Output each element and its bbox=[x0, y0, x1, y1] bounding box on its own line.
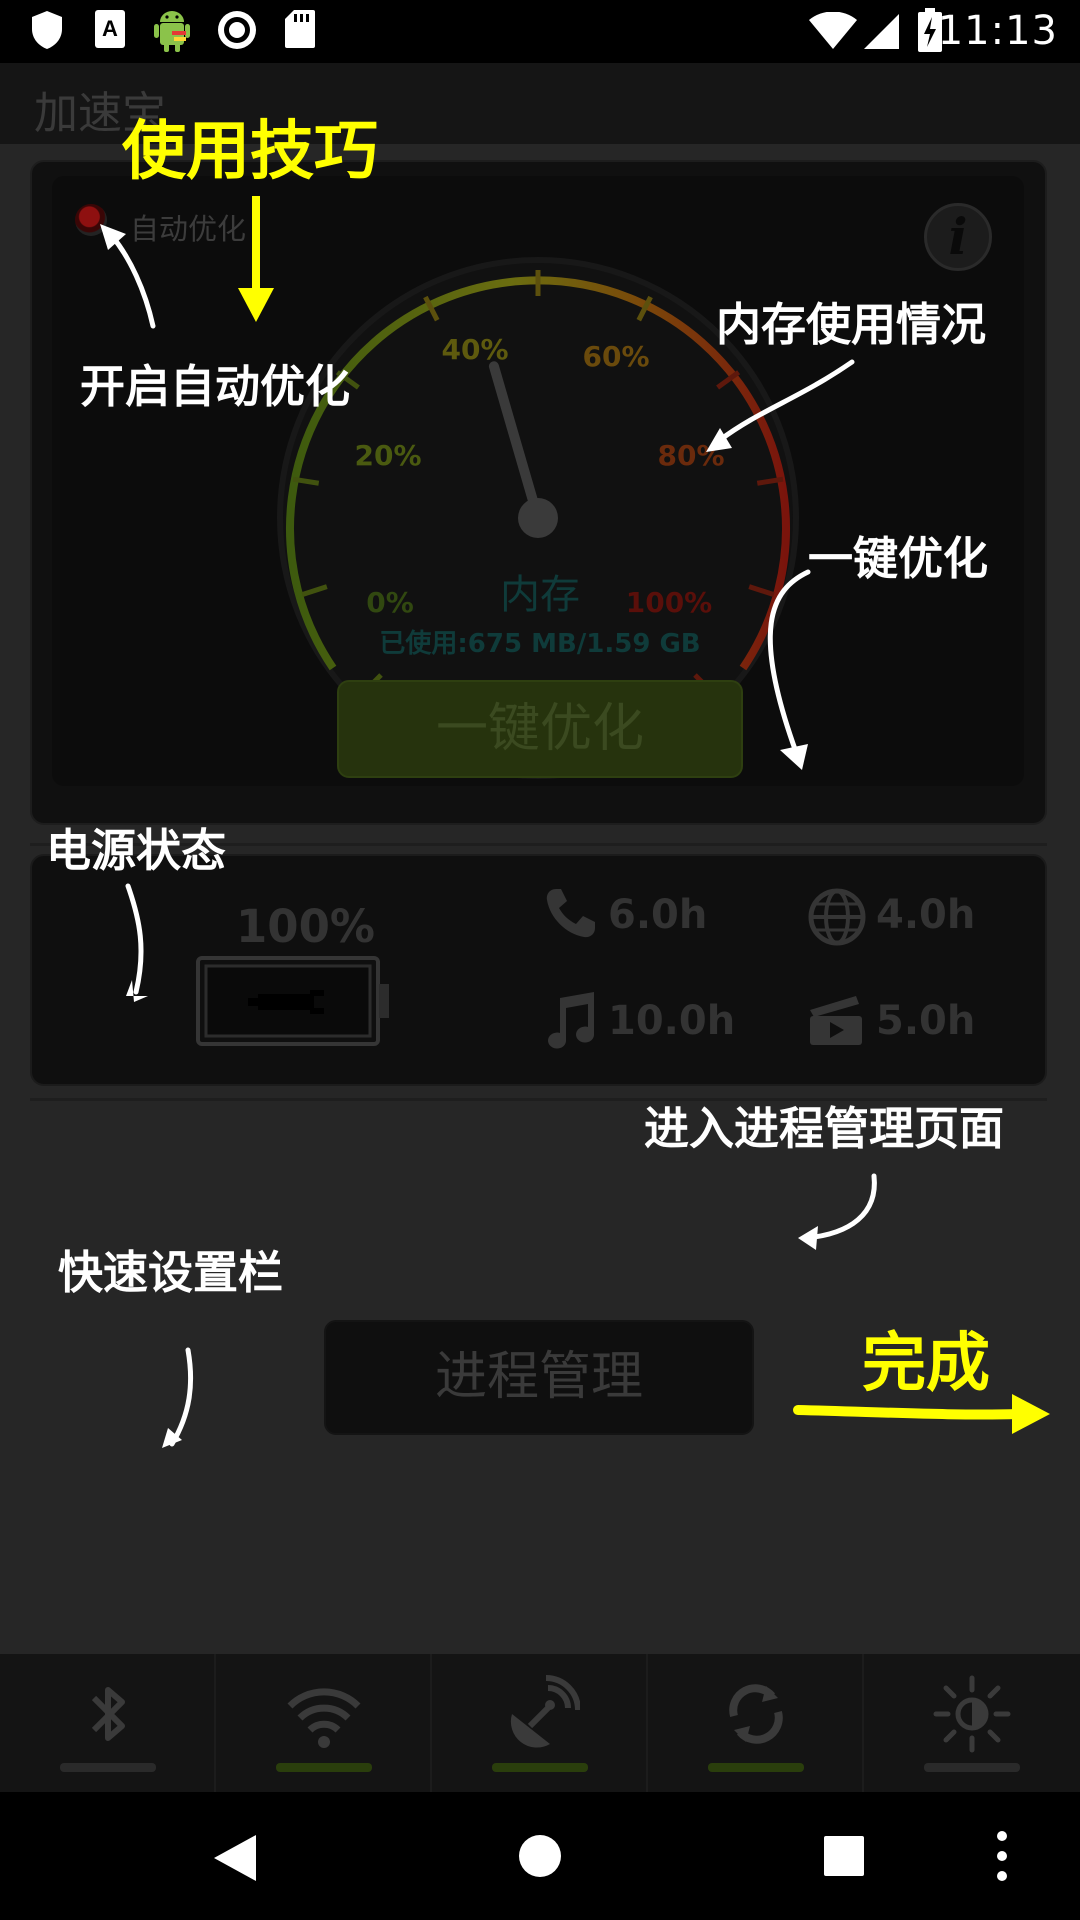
qs-bluetooth[interactable] bbox=[0, 1654, 216, 1792]
qs-wifi-indicator bbox=[276, 1763, 372, 1772]
quick-settings-bar bbox=[0, 1654, 1080, 1792]
brightness-icon bbox=[933, 1675, 1011, 1753]
globe-icon bbox=[808, 888, 866, 946]
phone-icon bbox=[546, 889, 595, 938]
qs-sync-indicator bbox=[708, 1763, 804, 1772]
gps-icon bbox=[510, 1675, 580, 1748]
gauge-tick-label-20: 20% bbox=[354, 439, 421, 472]
power-status-card bbox=[30, 854, 1047, 1086]
recents-icon[interactable] bbox=[824, 1836, 864, 1876]
gauge-tick-label-0: 0% bbox=[366, 586, 414, 619]
gauge-tick-label-80: 80% bbox=[657, 439, 724, 472]
bluetooth-icon bbox=[91, 1687, 125, 1741]
gauge-tick-label-100: 100% bbox=[626, 586, 713, 619]
back-icon[interactable] bbox=[212, 1833, 258, 1883]
process-management-button[interactable]: 进程管理 bbox=[324, 1320, 754, 1435]
gauge-usage: 已使用:675 MB/1.59 GB bbox=[379, 629, 700, 659]
qs-gps-indicator bbox=[492, 1763, 588, 1772]
gauge-tick-label-60: 60% bbox=[582, 340, 649, 373]
gauge-hub bbox=[518, 498, 558, 538]
gauge-tick-label-40: 40% bbox=[441, 333, 508, 366]
call-time: 6.0h bbox=[608, 892, 708, 938]
navigation-bar bbox=[0, 1792, 1080, 1920]
music-icon bbox=[548, 992, 595, 1049]
qs-brightness[interactable] bbox=[864, 1654, 1080, 1792]
tutorial-one-key: 一键优化 bbox=[808, 532, 989, 585]
battery-percent: 100% bbox=[236, 900, 376, 953]
video-icon bbox=[810, 996, 862, 1045]
tutorial-memory-usage: 内存使用情况 bbox=[716, 298, 987, 351]
home-icon[interactable] bbox=[518, 1834, 562, 1878]
tutorial-auto-optimize: 开启自动优化 bbox=[80, 360, 351, 413]
screen: A 11:13 加速宝 自动优化 i 0% 20% 40% 60% 80% 10… bbox=[0, 0, 1080, 1920]
tutorial-quick-bar: 快速设置栏 bbox=[58, 1246, 284, 1299]
battery-icon bbox=[196, 956, 389, 1046]
qs-bluetooth-indicator bbox=[60, 1763, 156, 1772]
gauge-title: 内存 bbox=[500, 572, 580, 618]
tutorial-done-button[interactable]: 完成 bbox=[862, 1312, 990, 1404]
video-time: 5.0h bbox=[876, 998, 976, 1044]
internet-time: 4.0h bbox=[876, 892, 976, 938]
one-key-optimize-button[interactable]: 一键优化 bbox=[337, 680, 743, 778]
tutorial-power-status: 电源状态 bbox=[46, 824, 227, 877]
overflow-menu-icon[interactable] bbox=[992, 1830, 1012, 1882]
music-time: 10.0h bbox=[608, 998, 736, 1044]
qs-sync[interactable] bbox=[648, 1654, 864, 1792]
wifi-icon bbox=[287, 1688, 361, 1748]
qs-gps[interactable] bbox=[432, 1654, 648, 1792]
qs-wifi[interactable] bbox=[216, 1654, 432, 1792]
tutorial-title: 使用技巧 bbox=[122, 115, 378, 189]
qs-brightness-indicator bbox=[924, 1763, 1020, 1772]
sync-icon bbox=[729, 1684, 783, 1744]
tutorial-process-page: 进入进程管理页面 bbox=[644, 1102, 1005, 1155]
